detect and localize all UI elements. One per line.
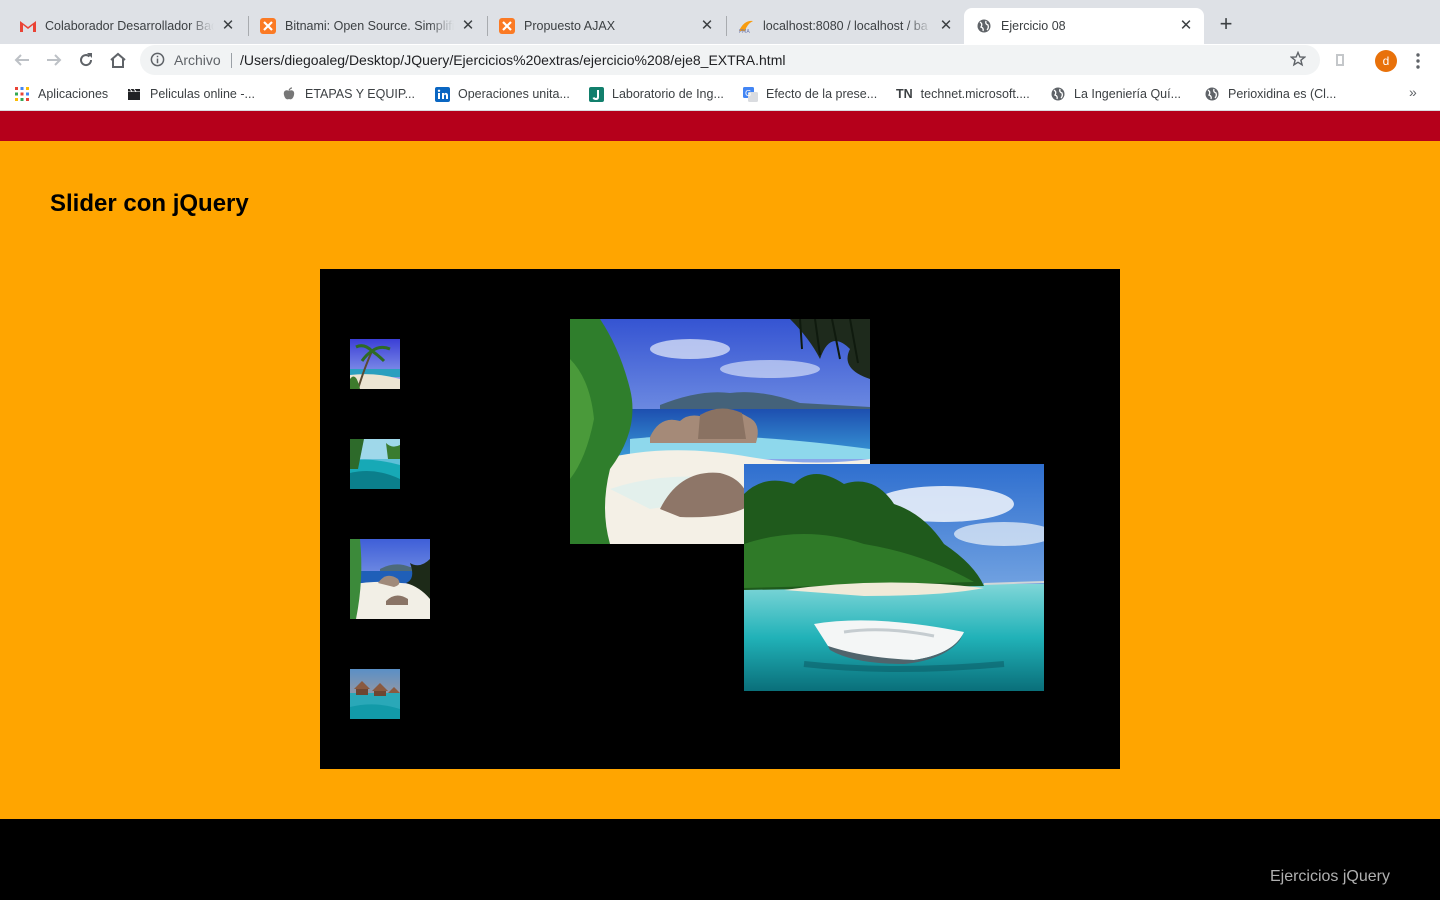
thumbnail-lagoon-pool[interactable] bbox=[350, 439, 400, 489]
clapper-icon bbox=[126, 86, 142, 102]
footer: Ejercicios jQuery bbox=[0, 819, 1440, 900]
bookmark-label: ETAPAS Y EQUIP... bbox=[305, 87, 416, 101]
tab-bitnami[interactable]: Bitnami: Open Source. Simplifie ✕ bbox=[248, 8, 486, 44]
tab-title: Colaborador Desarrollador Bac bbox=[45, 19, 214, 33]
top-bar bbox=[0, 111, 1440, 141]
xampp-icon bbox=[499, 18, 515, 34]
bookmark-technet[interactable]: TN technet.microsoft.... bbox=[896, 85, 1030, 103]
globe-icon bbox=[1204, 86, 1220, 102]
bookmark-label: Operaciones unita... bbox=[458, 87, 570, 101]
thumbnail-seychelles-beach[interactable] bbox=[350, 539, 430, 619]
bookmark-label: Laboratorio de Ing... bbox=[612, 87, 724, 101]
tab-phpmyadmin[interactable]: PMA localhost:8080 / localhost / ba ✕ bbox=[726, 8, 964, 44]
info-icon[interactable] bbox=[150, 52, 165, 67]
tab-title: Ejercicio 08 bbox=[1001, 19, 1066, 33]
overwater-bungalows-image bbox=[350, 669, 400, 719]
bookmark-peliculas[interactable]: Peliculas online -... bbox=[126, 85, 255, 103]
bookmark-operaciones[interactable]: Operaciones unita... bbox=[434, 85, 570, 103]
arrow-right-icon bbox=[47, 54, 62, 66]
bookmark-aplicaciones[interactable]: Aplicaciones bbox=[14, 85, 108, 103]
phpmyadmin-icon: PMA bbox=[738, 18, 754, 34]
footer-text: Ejercicios jQuery bbox=[1269, 868, 1390, 885]
apps-grid-icon bbox=[14, 86, 30, 102]
home-icon bbox=[110, 52, 126, 68]
chevron-double-right-icon[interactable]: » bbox=[1409, 84, 1417, 100]
bookmark-label: Efecto de la prese... bbox=[766, 87, 878, 101]
main-section: Slider con jQuery bbox=[0, 141, 1440, 819]
bookmark-efecto[interactable]: G Efecto de la prese... bbox=[742, 85, 877, 103]
security-label: Archivo bbox=[174, 52, 221, 68]
j-icon bbox=[588, 86, 604, 102]
close-icon[interactable]: ✕ bbox=[1178, 18, 1194, 34]
forward-button[interactable] bbox=[42, 48, 66, 72]
tab-gmail[interactable]: Colaborador Desarrollador Bac ✕ bbox=[8, 8, 246, 44]
reload-button[interactable] bbox=[74, 48, 98, 72]
bookmark-label: La Ingeniería Quí... bbox=[1074, 87, 1182, 101]
tropical-boat-image bbox=[744, 464, 1044, 691]
tab-title: Propuesto AJAX bbox=[524, 19, 616, 33]
web-page: Slider con jQuery Ejercicios jQuery bbox=[0, 111, 1440, 900]
bookmark-label: Perioxidina es (Cl... bbox=[1228, 87, 1337, 101]
tab-ejercicio-08[interactable]: Ejercicio 08 ✕ bbox=[964, 8, 1204, 44]
xampp-icon bbox=[260, 18, 276, 34]
star-icon[interactable] bbox=[1290, 51, 1306, 67]
new-tab-button[interactable]: + bbox=[1214, 12, 1238, 36]
close-icon[interactable]: ✕ bbox=[699, 18, 715, 34]
gmail-icon bbox=[20, 18, 36, 34]
page-title: Slider con jQuery bbox=[50, 190, 249, 217]
address-bar[interactable]: Archivo /Users/diegoaleg/Desktop/JQuery/… bbox=[140, 45, 1320, 75]
reload-icon bbox=[80, 53, 93, 67]
seychelles-beach-image bbox=[350, 539, 430, 619]
tab-propuesto-ajax[interactable]: Propuesto AJAX ✕ bbox=[487, 8, 725, 44]
profile-avatar[interactable]: d bbox=[1375, 50, 1397, 72]
bookmarks-bar: Aplicaciones Peliculas online -... ETAPA… bbox=[0, 77, 1440, 111]
extension-icon[interactable] bbox=[1332, 52, 1348, 68]
bookmark-label: Peliculas online -... bbox=[150, 87, 255, 101]
more-menu-icon[interactable] bbox=[1409, 50, 1427, 72]
translate-icon: G bbox=[742, 86, 758, 102]
bookmark-label: technet.microsoft.... bbox=[920, 87, 1030, 101]
bookmark-perioxidina[interactable]: Perioxidina es (Cl... bbox=[1204, 85, 1336, 103]
image-slider bbox=[320, 269, 1120, 769]
back-button[interactable] bbox=[10, 48, 34, 72]
thumbnail-palm-beach[interactable] bbox=[350, 339, 400, 389]
tn-icon: TN bbox=[896, 87, 913, 101]
bookmark-ingenieria[interactable]: La Ingeniería Quí... bbox=[1050, 85, 1181, 103]
thumbnail-overwater-bungalows[interactable] bbox=[350, 669, 400, 719]
globe-icon bbox=[1050, 86, 1066, 102]
address-divider bbox=[231, 53, 232, 68]
browser-toolbar: Archivo /Users/diegoaleg/Desktop/JQuery/… bbox=[0, 44, 1440, 77]
apple-icon bbox=[281, 86, 297, 102]
tab-strip: Colaborador Desarrollador Bac ✕ Bitnami:… bbox=[0, 0, 1440, 44]
url-text[interactable]: /Users/diegoaleg/Desktop/JQuery/Ejercici… bbox=[240, 52, 785, 68]
linkedin-icon bbox=[434, 86, 450, 102]
lagoon-pool-image bbox=[350, 439, 400, 489]
svg-text:G: G bbox=[745, 89, 751, 98]
close-icon[interactable]: ✕ bbox=[460, 18, 476, 34]
palm-beach-image bbox=[350, 339, 400, 389]
close-icon[interactable]: ✕ bbox=[938, 18, 954, 34]
tab-title: localhost:8080 / localhost / ba bbox=[763, 19, 928, 33]
svg-text:PMA: PMA bbox=[739, 29, 750, 34]
bookmark-label: Aplicaciones bbox=[38, 87, 109, 101]
bookmark-etapas[interactable]: ETAPAS Y EQUIP... bbox=[281, 85, 415, 103]
close-icon[interactable]: ✕ bbox=[220, 18, 236, 34]
globe-icon bbox=[976, 18, 992, 34]
arrow-left-icon bbox=[14, 54, 29, 66]
tab-title: Bitnami: Open Source. Simplifie bbox=[285, 19, 454, 33]
home-button[interactable] bbox=[106, 48, 130, 72]
slide-tropical-boat bbox=[744, 464, 1044, 691]
bookmark-laboratorio[interactable]: Laboratorio de Ing... bbox=[588, 85, 724, 103]
